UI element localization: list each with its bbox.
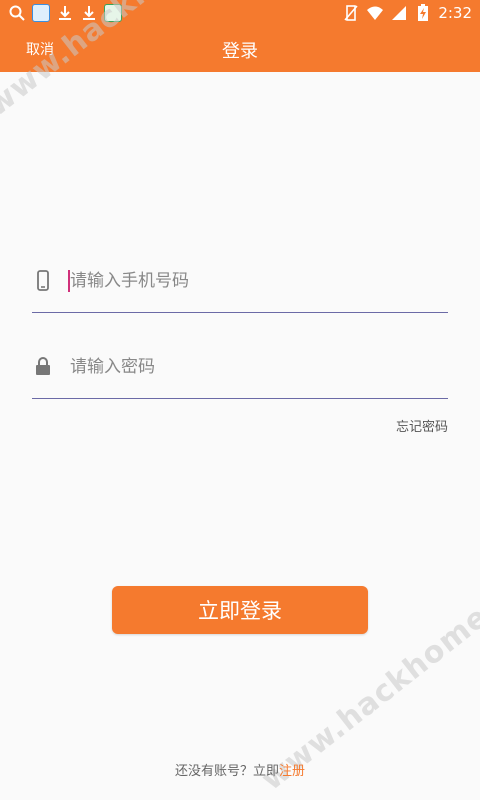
forgot-password-link[interactable]: 忘记密码 <box>396 416 448 435</box>
status-time: 2:32 <box>438 4 472 22</box>
app-header: 取消 登录 <box>0 26 480 72</box>
text-caret <box>68 270 70 292</box>
app-icon <box>32 4 50 22</box>
status-bar: 2:32 <box>0 0 480 26</box>
login-button[interactable]: 立即登录 <box>112 586 368 634</box>
password-field-row <box>32 334 448 399</box>
signal-icon <box>392 6 407 20</box>
app-icon <box>104 4 122 22</box>
password-input[interactable] <box>68 350 432 384</box>
search-icon <box>9 5 25 21</box>
phone-input[interactable] <box>68 264 432 298</box>
page-title: 登录 <box>222 41 258 62</box>
status-bar-left <box>8 3 122 23</box>
register-prompt: 还没有账号？立即注册 <box>0 760 480 779</box>
phone-icon <box>37 270 49 291</box>
download-icon <box>83 6 95 20</box>
wifi-icon <box>367 6 384 20</box>
phone-field-row <box>32 248 448 313</box>
register-prompt-text: 还没有账号？立即 <box>174 764 279 779</box>
battery-charging-icon <box>418 4 429 21</box>
no-sim-icon <box>344 5 358 21</box>
register-link[interactable]: 注册 <box>279 764 305 779</box>
status-bar-right: 2:32 <box>342 3 472 23</box>
download-icon <box>59 6 71 20</box>
lock-icon <box>36 357 50 375</box>
